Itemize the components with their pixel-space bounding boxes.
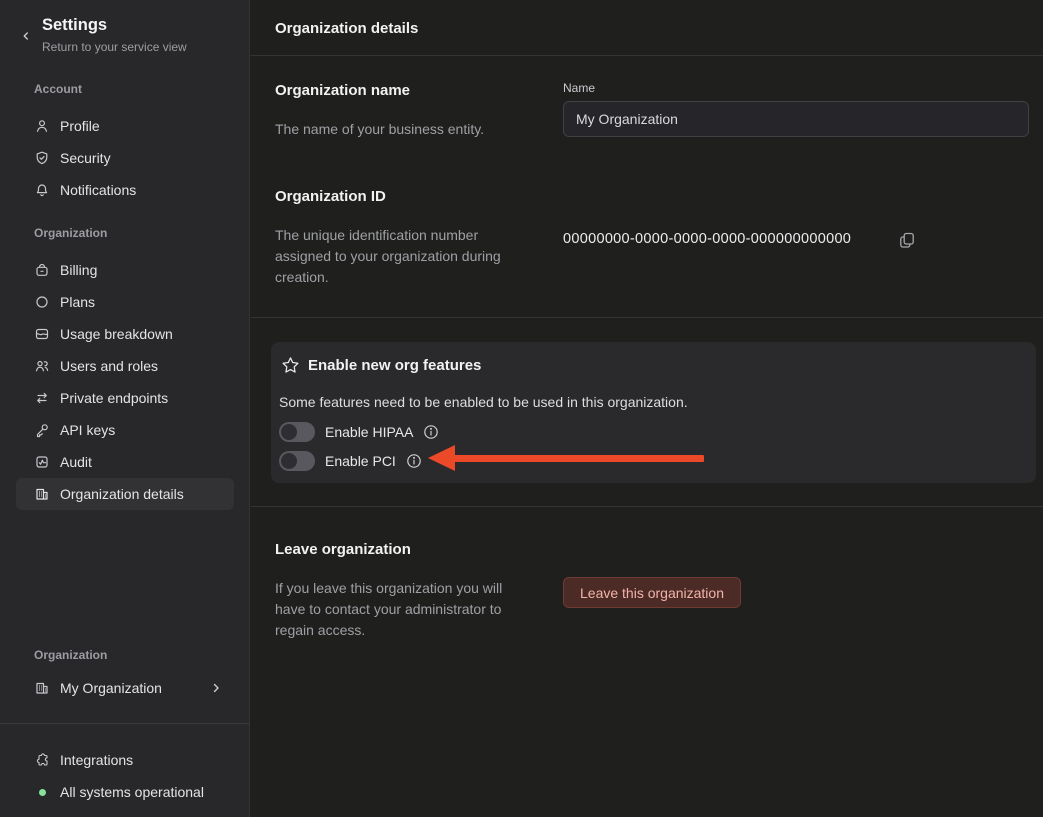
sidebar-subtitle[interactable]: Return to your service view xyxy=(42,40,187,54)
copy-icon[interactable] xyxy=(897,229,919,251)
org-switcher-label: Organization xyxy=(34,648,107,662)
sidebar-title: Settings xyxy=(42,16,107,35)
organization-nav-group: Billing Plans Usage breakdown Users and … xyxy=(0,254,250,510)
sidebar-item-notifications[interactable]: Notifications xyxy=(16,174,234,206)
organization-name-input[interactable] xyxy=(563,101,1029,137)
back-button[interactable] xyxy=(16,26,36,46)
person-icon xyxy=(34,118,50,134)
leave-org-heading: Leave organization xyxy=(275,541,411,558)
pci-toggle-row: Enable PCI xyxy=(279,450,422,472)
settings-sidebar: Settings Return to your service view Acc… xyxy=(0,0,250,817)
sidebar-item-label: Private endpoints xyxy=(60,390,168,406)
annotation-arrow-shaft xyxy=(454,455,704,462)
sidebar-item-label: Security xyxy=(60,150,111,166)
info-icon[interactable] xyxy=(423,424,439,440)
leave-organization-button[interactable]: Leave this organization xyxy=(563,577,741,608)
enable-features-card: Enable new org features Some features ne… xyxy=(271,342,1036,483)
features-card-title: Enable new org features xyxy=(308,357,481,374)
system-status-link[interactable]: All systems operational xyxy=(16,776,234,808)
section-divider xyxy=(251,317,1043,318)
sidebar-item-label: Organization details xyxy=(60,486,184,502)
sidebar-item-billing[interactable]: Billing xyxy=(16,254,234,286)
sidebar-item-private-endpoints[interactable]: Private endpoints xyxy=(16,382,234,414)
features-card-description: Some features need to be enabled to be u… xyxy=(279,394,688,410)
annotation-arrow-icon xyxy=(428,445,455,471)
sidebar-item-label: Plans xyxy=(60,294,95,310)
star-icon xyxy=(281,356,300,375)
sidebar-item-organization-details[interactable]: Organization details xyxy=(16,478,234,510)
wallet-icon xyxy=(34,262,50,278)
enable-pci-toggle[interactable] xyxy=(279,451,315,471)
sidebar-item-security[interactable]: Security xyxy=(16,142,234,174)
page-header: Organization details xyxy=(251,0,1043,56)
shield-check-icon xyxy=(34,150,50,166)
info-icon[interactable] xyxy=(406,453,422,469)
page-title: Organization details xyxy=(275,20,418,37)
sidebar-item-label: Usage breakdown xyxy=(60,326,173,342)
sidebar-item-label: Users and roles xyxy=(60,358,158,374)
building-icon xyxy=(34,486,50,502)
usage-chart-icon xyxy=(34,326,50,342)
sidebar-item-api-keys[interactable]: API keys xyxy=(16,414,234,446)
account-nav-group: Profile Security Notifications xyxy=(0,110,250,206)
sidebar-item-label: Notifications xyxy=(60,182,136,198)
org-switcher-group: My Organization xyxy=(0,672,250,704)
sidebar-item-profile[interactable]: Profile xyxy=(16,110,234,142)
hipaa-toggle-row: Enable HIPAA xyxy=(279,421,439,443)
org-switcher-value: My Organization xyxy=(60,680,162,696)
organization-id-value: 00000000-0000-0000-0000-000000000000 xyxy=(563,231,851,247)
circle-icon xyxy=(34,294,50,310)
chevron-right-icon xyxy=(208,680,224,696)
sidebar-item-users-and-roles[interactable]: Users and roles xyxy=(16,350,234,382)
puzzle-icon xyxy=(34,752,50,768)
org-id-description: The unique identification number assigne… xyxy=(275,225,533,288)
org-switcher[interactable]: My Organization xyxy=(16,672,234,704)
key-icon xyxy=(34,422,50,438)
sidebar-item-label: Integrations xyxy=(60,752,133,768)
users-icon xyxy=(34,358,50,374)
building-icon xyxy=(34,680,50,696)
section-divider xyxy=(251,506,1043,507)
account-section-label: Account xyxy=(34,82,82,96)
organization-details-page: Organization details Organization name T… xyxy=(251,0,1043,817)
organization-section-label: Organization xyxy=(34,226,107,240)
org-name-description: The name of your business entity. xyxy=(275,119,533,140)
footer-nav-group: Integrations All systems operational xyxy=(0,744,250,808)
audit-icon xyxy=(34,454,50,470)
enable-hipaa-toggle[interactable] xyxy=(279,422,315,442)
hipaa-toggle-label: Enable HIPAA xyxy=(325,424,413,440)
sidebar-item-label: Audit xyxy=(60,454,92,470)
sidebar-item-plans[interactable]: Plans xyxy=(16,286,234,318)
org-id-heading: Organization ID xyxy=(275,188,386,205)
org-name-heading: Organization name xyxy=(275,82,410,99)
status-text: All systems operational xyxy=(60,784,204,800)
leave-org-description: If you leave this organization you will … xyxy=(275,578,533,641)
swap-arrows-icon xyxy=(34,390,50,406)
sidebar-item-integrations[interactable]: Integrations xyxy=(16,744,234,776)
status-dot-icon xyxy=(34,784,50,800)
sidebar-item-label: Profile xyxy=(60,118,100,134)
bell-icon xyxy=(34,182,50,198)
chevron-left-icon xyxy=(19,29,33,43)
pci-toggle-label: Enable PCI xyxy=(325,453,396,469)
sidebar-item-usage-breakdown[interactable]: Usage breakdown xyxy=(16,318,234,350)
name-field-label: Name xyxy=(563,81,595,95)
sidebar-item-audit[interactable]: Audit xyxy=(16,446,234,478)
sidebar-item-label: API keys xyxy=(60,422,115,438)
sidebar-item-label: Billing xyxy=(60,262,97,278)
sidebar-footer-divider xyxy=(0,723,250,724)
